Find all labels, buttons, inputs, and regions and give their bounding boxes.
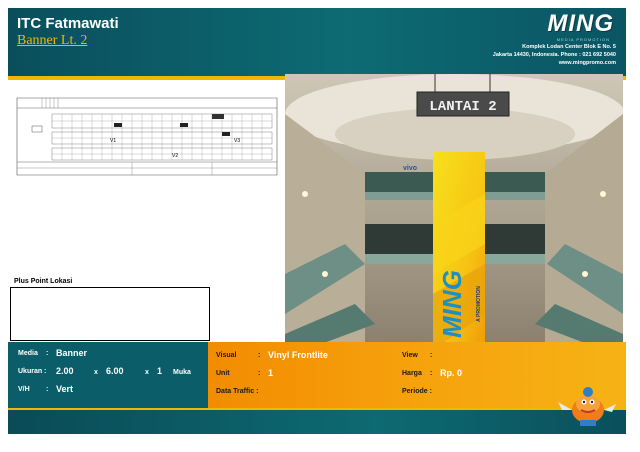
lantai-2-sign: LANTAI 2: [429, 99, 496, 115]
footer-accent-line: [8, 408, 626, 410]
website-url: www.mingpromo.com: [558, 60, 616, 66]
media-label: Media: [18, 350, 38, 357]
banner-logo-text: MING: [437, 270, 467, 338]
vh-value: Vert: [56, 384, 74, 394]
zone-label-v3: V3: [234, 138, 240, 144]
unit-value: 1: [268, 368, 274, 378]
location-photo: vivo LANTAI 2 MING A PROMOTION: [285, 74, 623, 350]
view-colon: :: [430, 352, 433, 359]
harga-label: Harga: [402, 370, 422, 377]
footer-bar: [8, 408, 626, 434]
plus-point-label: Plus Point Lokasi: [14, 278, 73, 285]
muka-label: Muka: [173, 369, 191, 376]
visual-colon: :: [258, 352, 261, 359]
vh-label: V/H: [18, 386, 30, 393]
report-sheet: ITC Fatmawati Banner Lt. 2 MING MEDIA PR…: [8, 8, 626, 434]
visual-value: Vinyl Frontlite: [268, 350, 328, 360]
plus-point-box: [10, 287, 210, 341]
zone-label-v2: V2: [172, 153, 178, 159]
vivo-store-sign: vivo: [403, 165, 417, 172]
info-panel-left: Media : Banner Ukuran : 2.00 x 6.00 x 1 …: [8, 342, 208, 408]
harga-value: Rp. 0: [440, 368, 463, 378]
data-traffic-label: Data Traffic :: [216, 388, 259, 395]
banner-subtext: A PROMOTION: [476, 286, 482, 322]
ming-logo: MING: [547, 10, 614, 37]
visual-label: Visual: [216, 352, 237, 359]
times-sign-2: x: [145, 369, 149, 376]
periode-label: Periode :: [402, 388, 432, 395]
floor-plan-map: V1 V2 V3: [12, 90, 282, 186]
media-colon: :: [46, 350, 49, 357]
unit-label: Unit: [216, 370, 230, 377]
zone-label-v1: V1: [110, 138, 116, 144]
page-subtitle: Banner Lt. 2: [17, 33, 88, 48]
address-line-2: Jakarta 14430, Indonesia. Phone : 021 69…: [492, 52, 616, 58]
logo-tagline: MEDIA PROMOTION: [556, 37, 610, 42]
page-title: ITC Fatmawati: [17, 15, 119, 32]
harga-colon: :: [430, 370, 433, 377]
ukuran-quantity: 1: [157, 366, 163, 376]
media-value: Banner: [56, 348, 88, 358]
times-sign-1: x: [94, 369, 98, 376]
ukuran-height: 6.00: [106, 366, 124, 376]
mascot-icon: [558, 387, 616, 426]
vh-colon: :: [46, 386, 49, 393]
ukuran-width: 2.00: [56, 366, 74, 376]
unit-colon: :: [258, 370, 261, 377]
view-label: View: [402, 352, 418, 359]
address-line-1: Komplek Lodan Center Blok E No. 5: [522, 44, 616, 50]
ukuran-label: Ukuran :: [18, 368, 47, 375]
header-bar: ITC Fatmawati Banner Lt. 2 MING MEDIA PR…: [8, 8, 626, 76]
